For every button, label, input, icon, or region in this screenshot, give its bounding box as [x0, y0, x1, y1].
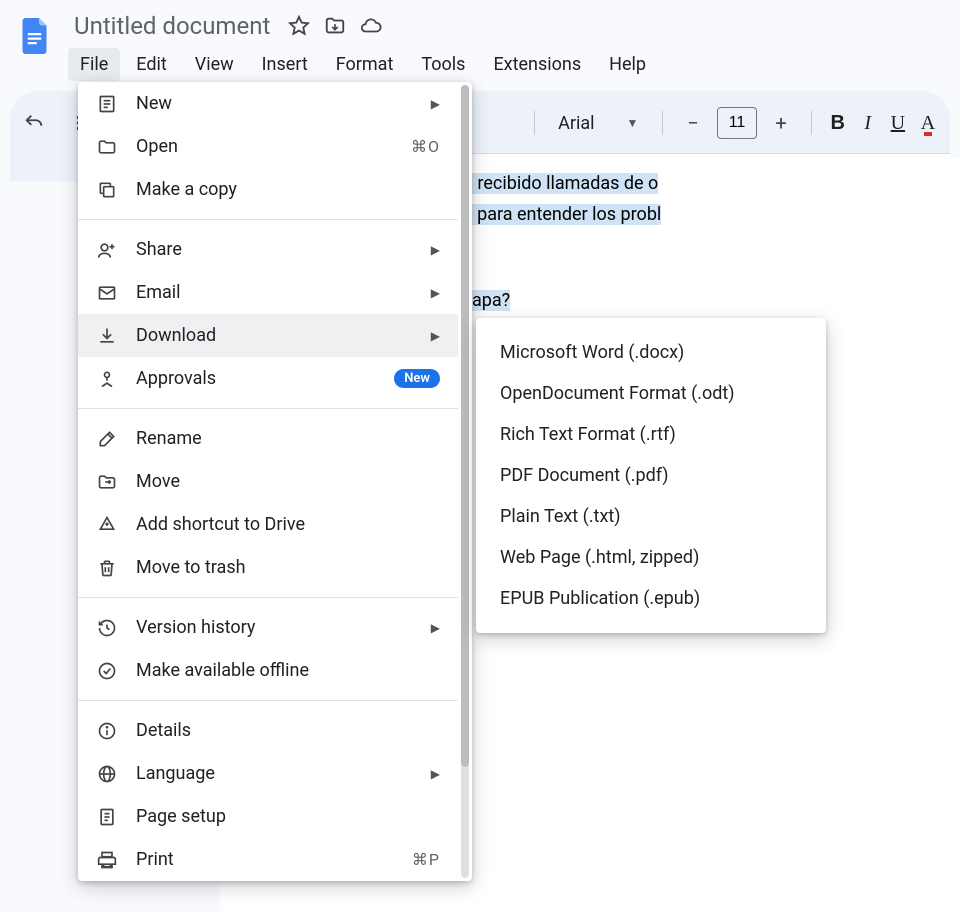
history-icon	[96, 617, 118, 639]
menu-item-rename[interactable]: Rename	[78, 417, 458, 460]
new-badge: New	[394, 369, 440, 388]
download-format-docx[interactable]: Microsoft Word (.docx)	[476, 332, 826, 373]
toolbar-divider	[662, 111, 663, 135]
undo-button[interactable]	[22, 103, 46, 143]
menu-item-move[interactable]: Move	[78, 460, 458, 503]
chevron-right-icon: ▶	[431, 97, 440, 111]
chevron-right-icon: ▶	[431, 286, 440, 300]
download-icon	[96, 325, 118, 347]
move-icon	[96, 471, 118, 493]
chevron-right-icon: ▶	[431, 329, 440, 343]
file-menu-popup: New ▶ Open ⌘O Make a copy Share ▶ Email …	[78, 82, 472, 881]
share-icon	[96, 239, 118, 261]
menu-item-new[interactable]: New ▶	[78, 82, 458, 125]
docs-logo[interactable]	[16, 16, 56, 56]
download-format-html[interactable]: Web Page (.html, zipped)	[476, 537, 826, 578]
menu-tools[interactable]: Tools	[409, 48, 477, 81]
download-format-odt[interactable]: OpenDocument Format (.odt)	[476, 373, 826, 414]
star-icon[interactable]	[288, 15, 310, 37]
info-icon	[96, 720, 118, 742]
font-size-input[interactable]	[717, 107, 757, 139]
text-color-button[interactable]: A	[918, 106, 938, 140]
new-doc-icon	[96, 93, 118, 115]
menu-format[interactable]: Format	[324, 48, 406, 81]
cloud-status-icon[interactable]	[360, 15, 382, 37]
menubar: File Edit View Insert Format Tools Exten…	[68, 48, 944, 81]
copy-icon	[96, 179, 118, 201]
menu-item-share[interactable]: Share ▶	[78, 228, 458, 271]
menu-extensions[interactable]: Extensions	[481, 48, 593, 81]
page-setup-icon	[96, 806, 118, 828]
font-size-increase[interactable]: +	[767, 109, 795, 137]
menu-item-approvals[interactable]: Approvals New	[78, 357, 458, 400]
approvals-icon	[96, 368, 118, 390]
underline-button[interactable]: U	[888, 106, 908, 140]
bold-button[interactable]: B	[828, 106, 848, 140]
drive-shortcut-icon	[96, 514, 118, 536]
download-format-pdf[interactable]: PDF Document (.pdf)	[476, 455, 826, 496]
document-title[interactable]: Untitled document	[68, 10, 276, 42]
chevron-right-icon: ▶	[431, 243, 440, 257]
chevron-right-icon: ▶	[431, 767, 440, 781]
menu-item-print[interactable]: Print ⌘P	[78, 838, 458, 881]
download-format-epub[interactable]: EPUB Publication (.epub)	[476, 578, 826, 619]
trash-icon	[96, 557, 118, 579]
menu-file[interactable]: File	[68, 48, 120, 81]
toolbar-divider	[811, 111, 812, 135]
toolbar-divider	[534, 111, 535, 135]
offline-icon	[96, 660, 118, 682]
chevron-right-icon: ▶	[431, 621, 440, 635]
download-format-rtf[interactable]: Rich Text Format (.rtf)	[476, 414, 826, 455]
print-icon	[96, 849, 118, 871]
menu-item-make-copy[interactable]: Make a copy	[78, 168, 458, 211]
chevron-down-icon: ▼	[627, 116, 639, 130]
menu-item-trash[interactable]: Move to trash	[78, 546, 458, 589]
menu-item-email[interactable]: Email ▶	[78, 271, 458, 314]
email-icon	[96, 282, 118, 304]
menu-scrollbar[interactable]	[458, 82, 472, 881]
download-format-txt[interactable]: Plain Text (.txt)	[476, 496, 826, 537]
menu-view[interactable]: View	[183, 48, 246, 81]
italic-button[interactable]: I	[858, 106, 878, 140]
folder-icon	[96, 136, 118, 158]
font-family-label: Arial	[558, 113, 594, 134]
menu-item-details[interactable]: Details	[78, 709, 458, 752]
move-folder-icon[interactable]	[324, 15, 346, 37]
font-family-select[interactable]: Arial ▼	[550, 109, 646, 138]
font-size-decrease[interactable]: −	[679, 109, 707, 137]
rename-icon	[96, 428, 118, 450]
globe-icon	[96, 763, 118, 785]
download-submenu: Microsoft Word (.docx) OpenDocument Form…	[476, 318, 826, 633]
menu-item-add-shortcut[interactable]: Add shortcut to Drive	[78, 503, 458, 546]
menu-edit[interactable]: Edit	[124, 48, 178, 81]
menu-item-version-history[interactable]: Version history ▶	[78, 606, 458, 649]
menu-item-language[interactable]: Language ▶	[78, 752, 458, 795]
menu-help[interactable]: Help	[597, 48, 658, 81]
menu-item-offline[interactable]: Make available offline	[78, 649, 458, 692]
menu-item-page-setup[interactable]: Page setup	[78, 795, 458, 838]
menu-item-download[interactable]: Download ▶	[78, 314, 458, 357]
menu-insert[interactable]: Insert	[250, 48, 320, 81]
menu-item-open[interactable]: Open ⌘O	[78, 125, 458, 168]
